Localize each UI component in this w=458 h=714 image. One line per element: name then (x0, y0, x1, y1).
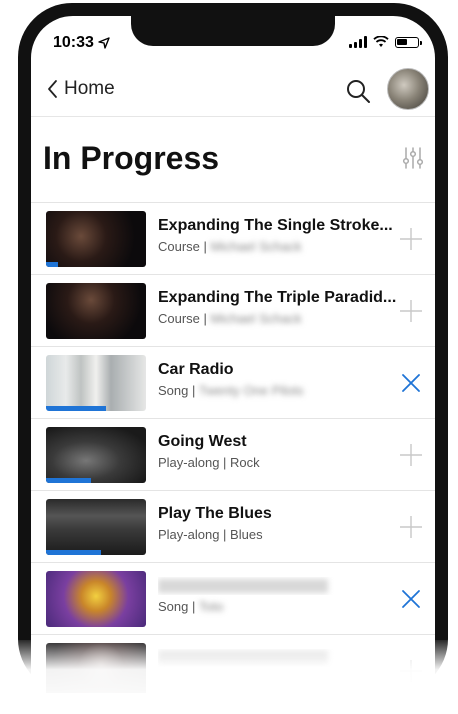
item-title: Expanding The Triple Paradid... (158, 289, 397, 306)
blurred-title (158, 578, 328, 593)
list-item[interactable]: Going West Play-along | Rock (31, 418, 435, 490)
status-time: 10:33 (53, 34, 110, 52)
status-icons (349, 36, 422, 48)
add-button[interactable] (399, 515, 423, 539)
thumbnail-progress-bar (46, 406, 106, 411)
item-subtitle: Song | Twenty One Pilots (158, 383, 304, 398)
list-item[interactable]: Car Radio Song | Twenty One Pilots (31, 346, 435, 418)
add-button[interactable] (399, 227, 423, 251)
thumbnail (46, 211, 146, 267)
item-type: Song (158, 383, 189, 398)
item-title: Expanding The Single Stroke... (158, 217, 393, 234)
thumbnail (46, 499, 146, 555)
item-type: Play-along (158, 527, 220, 542)
nav-bar: Home (31, 66, 435, 117)
item-subtitle: Course | Michael Schack (158, 311, 302, 326)
wifi-icon (373, 36, 389, 47)
thumbnail (46, 355, 146, 411)
plus-icon (400, 228, 422, 250)
in-progress-list: Expanding The Single Stroke... Course | … (31, 202, 435, 693)
item-title (158, 577, 398, 595)
remove-button[interactable] (399, 587, 423, 611)
thumbnail (46, 283, 146, 339)
item-title: Car Radio (158, 361, 234, 378)
item-subtitle: Play-along | Rock (158, 455, 260, 470)
close-icon (402, 590, 420, 608)
item-subtitle: Play-along | Blues (158, 527, 263, 542)
notch (131, 16, 335, 46)
list-item[interactable]: Play The Blues Play-along | Blues (31, 490, 435, 562)
add-button[interactable] (399, 443, 423, 467)
item-detail: Michael Schack (210, 311, 302, 326)
filter-button[interactable] (401, 146, 425, 175)
item-type: Play-along (158, 455, 220, 470)
item-detail: Rock (230, 455, 260, 470)
list-item[interactable]: Expanding The Triple Paradid... Course |… (31, 274, 435, 346)
phone-frame: 10:33 Home In Progress Expanding The Sin… (18, 3, 448, 693)
thumbnail (46, 571, 146, 627)
item-title: Going West (158, 433, 247, 450)
thumbnail-progress-bar (46, 550, 101, 555)
location-arrow-icon (98, 37, 110, 49)
item-subtitle: Song | Toto (158, 599, 224, 614)
plus-icon (400, 300, 422, 322)
item-detail: Toto (198, 599, 224, 614)
cellular-signal-icon (349, 36, 367, 48)
battery-icon (395, 36, 422, 48)
list-item[interactable]: Expanding The Single Stroke... Course | … (31, 202, 435, 274)
screen: 10:33 Home In Progress Expanding The Sin… (31, 16, 435, 693)
sliders-icon (402, 147, 424, 169)
item-type: Song (158, 599, 189, 614)
item-title: Play The Blues (158, 505, 272, 522)
plus-icon (400, 444, 422, 466)
list-item[interactable]: Song | Toto (31, 562, 435, 634)
back-label: Home (64, 78, 115, 99)
item-detail: Twenty One Pilots (198, 383, 304, 398)
item-type: Course (158, 239, 200, 254)
item-subtitle: Course | Michael Schack (158, 239, 302, 254)
close-icon (402, 374, 420, 392)
search-button[interactable] (345, 78, 371, 109)
search-icon (347, 80, 370, 103)
add-button[interactable] (399, 299, 423, 323)
item-type: Course (158, 311, 200, 326)
bottom-fade (0, 640, 458, 714)
back-button[interactable]: Home (47, 78, 115, 100)
chevron-left-icon (48, 80, 57, 98)
status-time-label: 10:33 (53, 34, 94, 51)
plus-icon (400, 516, 422, 538)
page-title: In Progress (43, 140, 220, 176)
thumbnail-progress-bar (46, 262, 58, 267)
thumbnail-progress-bar (46, 478, 91, 483)
item-detail: Blues (230, 527, 263, 542)
item-detail: Michael Schack (210, 239, 302, 254)
avatar[interactable] (387, 68, 429, 110)
thumbnail (46, 427, 146, 483)
remove-button[interactable] (399, 371, 423, 395)
